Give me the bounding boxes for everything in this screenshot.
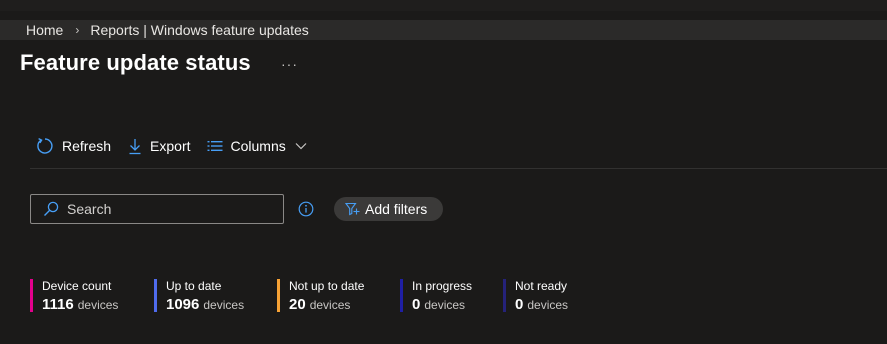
- stat-not-ready: Not ready 0 devices: [503, 279, 569, 313]
- stat-value: 20: [289, 296, 306, 313]
- export-button[interactable]: Export: [128, 137, 191, 155]
- search-box[interactable]: [30, 194, 284, 224]
- search-input[interactable]: [67, 201, 267, 217]
- search-icon: [43, 201, 59, 217]
- stat-label: In progress: [412, 279, 473, 293]
- stat-unit: devices: [77, 298, 119, 312]
- columns-label: Columns: [230, 138, 286, 154]
- stat-value: 1096: [166, 296, 200, 313]
- toolbar-divider: [30, 168, 887, 169]
- stat-device-count: Device count 1116 devices: [30, 279, 119, 313]
- columns-button[interactable]: Columns: [207, 138, 307, 154]
- filter-add-icon: [345, 202, 360, 216]
- stat-value: 0: [515, 296, 524, 313]
- add-filters-label: Add filters: [365, 201, 428, 217]
- chevron-down-icon: [295, 142, 307, 150]
- columns-list-icon: [207, 139, 223, 153]
- top-strip: [0, 0, 887, 11]
- stat-value: 1116: [42, 296, 74, 313]
- info-icon[interactable]: [298, 201, 314, 217]
- refresh-button[interactable]: Refresh: [36, 137, 111, 155]
- breadcrumb-item-home[interactable]: Home: [26, 22, 63, 38]
- add-filters-button[interactable]: Add filters: [334, 197, 443, 221]
- stat-unit: devices: [203, 298, 245, 312]
- stat-unit: devices: [527, 298, 569, 312]
- stat-label: Device count: [42, 279, 112, 293]
- breadcrumb-separator-icon: ›: [75, 23, 80, 37]
- toolbar: Refresh Export Columns: [36, 133, 307, 159]
- stat-up-to-date: Up to date 1096 devices: [154, 279, 245, 313]
- stat-label: Not ready: [515, 279, 568, 293]
- page-title: Feature update status: [20, 50, 251, 75]
- stat-label: Up to date: [166, 279, 222, 293]
- stat-unit: devices: [309, 298, 351, 312]
- breadcrumb: Home › Reports | Windows feature updates: [26, 21, 309, 39]
- refresh-icon: [36, 137, 54, 155]
- stat-unit: devices: [424, 298, 466, 312]
- more-options-icon[interactable]: ···: [281, 56, 298, 72]
- export-label: Export: [150, 138, 191, 154]
- stat-not-up-to-date: Not up to date 20 devices: [277, 279, 365, 313]
- download-icon: [128, 137, 142, 155]
- breadcrumb-item-reports[interactable]: Reports | Windows feature updates: [90, 22, 308, 38]
- stat-label: Not up to date: [289, 279, 365, 293]
- stat-in-progress: In progress 0 devices: [400, 279, 473, 313]
- stat-value: 0: [412, 296, 421, 313]
- refresh-label: Refresh: [62, 138, 112, 154]
